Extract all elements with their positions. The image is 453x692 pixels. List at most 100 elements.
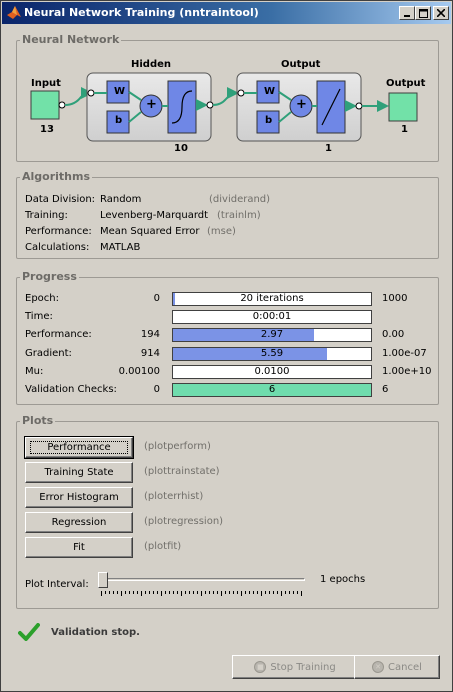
stop-training-button[interactable]: ■ Stop Training xyxy=(232,655,358,679)
slider-thumb[interactable] xyxy=(98,572,108,588)
algorithm-value: MATLAB xyxy=(100,242,141,253)
plot-function-name: (plotperform) xyxy=(144,441,211,452)
slider-tick xyxy=(273,591,274,594)
progress-bar: 5.59 xyxy=(172,346,372,361)
hidden-bias-label: b xyxy=(115,115,123,126)
slider-tick xyxy=(229,591,230,594)
slider-tick xyxy=(117,591,118,594)
cancel-icon: ✕ xyxy=(372,661,385,673)
slider-tick xyxy=(193,591,194,594)
progress-bar-value: 5.59 xyxy=(260,347,284,359)
progress-bar: 6 xyxy=(172,383,372,397)
progress-label: Performance: xyxy=(25,329,92,341)
plot-interval-slider[interactable] xyxy=(97,571,309,597)
progress-bar-value: 20 iterations xyxy=(240,293,304,304)
slider-tick xyxy=(205,591,206,594)
output-label: Output xyxy=(386,78,426,89)
slider-tick xyxy=(269,591,270,594)
slider-tick xyxy=(261,591,262,596)
plot-button-fit[interactable]: Fit xyxy=(25,537,133,558)
progress-label: Time: xyxy=(25,311,53,323)
close-button[interactable] xyxy=(433,6,449,20)
progress-bar: 20 iterations xyxy=(172,292,372,306)
slider-tick xyxy=(201,591,202,596)
slider-tick xyxy=(125,591,126,594)
slider-tick xyxy=(113,591,114,594)
input-block xyxy=(30,90,60,120)
close-icon xyxy=(437,9,445,17)
minimize-button[interactable] xyxy=(399,6,415,20)
algorithm-value: Levenberg-Marquardt xyxy=(100,210,209,221)
plot-button-regression[interactable]: Regression xyxy=(25,512,133,533)
slider-tick xyxy=(257,591,258,594)
algorithms-section-title: Algorithms xyxy=(20,170,93,183)
progress-start-value: 0 xyxy=(153,384,160,395)
progress-end-value: 1.00e+10 xyxy=(382,365,432,377)
slider-tick xyxy=(121,591,122,596)
hidden-weight-label: W xyxy=(114,86,126,97)
slider-tick xyxy=(233,591,234,594)
plot-button-training-state[interactable]: Training State xyxy=(25,462,133,483)
network-diagram xyxy=(30,72,418,142)
slider-tick xyxy=(265,591,266,594)
output-layer-label: Output xyxy=(281,59,321,70)
slider-tick xyxy=(149,591,150,594)
slider-tick xyxy=(185,591,186,594)
slider-tick xyxy=(297,591,298,594)
progress-bar: 2.97 xyxy=(172,328,372,343)
algorithm-function: (mse) xyxy=(207,226,236,237)
checkmark-icon xyxy=(18,623,40,641)
slider-tick xyxy=(245,591,246,594)
plot-function-name: (plottrainstate) xyxy=(144,466,220,477)
progress-start-value: 194 xyxy=(140,329,160,341)
stop-training-label: Stop Training xyxy=(270,661,336,673)
cancel-button[interactable]: ✕ Cancel xyxy=(354,655,440,679)
algorithm-label: Data Division: xyxy=(25,194,96,205)
output-weight-label: W xyxy=(264,86,276,97)
maximize-icon xyxy=(418,8,428,18)
algorithm-label: Calculations: xyxy=(25,242,90,253)
plot-function-name: (plotfit) xyxy=(144,541,182,552)
progress-start-value: 0 xyxy=(153,293,160,304)
slider-tick xyxy=(161,591,162,596)
cancel-label: Cancel xyxy=(388,661,422,673)
window-title: Neural Network Training (nntraintool) xyxy=(24,6,259,19)
slider-tick xyxy=(285,591,286,594)
slider-tick xyxy=(301,591,302,596)
output-size: 1 xyxy=(401,124,408,135)
slider-track xyxy=(101,578,305,581)
plot-interval-value: 1 epochs xyxy=(320,574,366,585)
plot-interval-label: Plot Interval: xyxy=(25,579,89,590)
progress-end-value: 6 xyxy=(382,384,389,395)
slider-tick xyxy=(225,591,226,594)
slider-tick xyxy=(289,591,290,594)
slider-tick xyxy=(157,591,158,594)
maximize-button[interactable] xyxy=(415,6,431,20)
progress-end-value: 1000 xyxy=(382,293,408,304)
slider-tick xyxy=(277,591,278,594)
slider-tick xyxy=(189,591,190,594)
input-label: Input xyxy=(31,78,61,89)
input-size: 13 xyxy=(40,124,54,135)
progress-bar-value: 6 xyxy=(268,384,276,395)
progress-bar-value: 0:00:01 xyxy=(252,311,292,323)
slider-tick xyxy=(105,591,106,594)
progress-bar-value: 0.0100 xyxy=(254,365,290,377)
slider-tick xyxy=(109,591,110,594)
progress-label: Gradient: xyxy=(25,347,72,359)
progress-label: Mu: xyxy=(25,365,44,377)
algorithm-function: (dividerand) xyxy=(209,194,271,205)
output-bias-label: b xyxy=(265,115,273,126)
output-block xyxy=(388,92,418,122)
plot-button-performance[interactable]: Performance xyxy=(24,436,134,459)
progress-label: Epoch: xyxy=(25,293,59,304)
plot-button-error-histogram[interactable]: Error Histogram xyxy=(25,487,133,508)
nntraintool-window: Neural Network Training (nntraintool) Ne… xyxy=(0,0,453,692)
slider-tick xyxy=(153,591,154,594)
slider-tick xyxy=(241,591,242,596)
minimize-icon xyxy=(404,15,410,17)
title-bar[interactable]: Neural Network Training (nntraintool) xyxy=(2,2,451,24)
algorithm-value: Random xyxy=(100,194,142,205)
progress-bar-value: 2.97 xyxy=(260,329,284,341)
plot-button-label: Performance xyxy=(30,441,128,454)
